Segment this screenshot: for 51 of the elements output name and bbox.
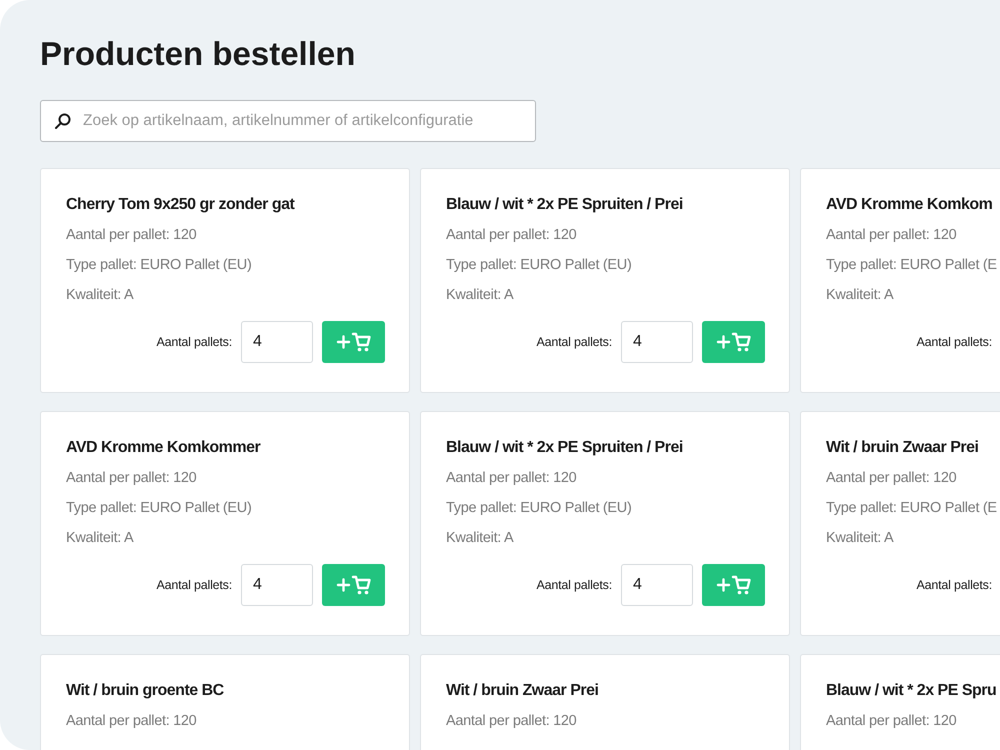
product-detail: Aantal per pallet: 120 bbox=[446, 226, 576, 245]
add-to-cart-button[interactable] bbox=[322, 321, 385, 363]
quantity-field[interactable]: 4 bbox=[621, 564, 693, 606]
add-to-cart-icon bbox=[336, 574, 372, 596]
add-to-cart-icon bbox=[716, 331, 752, 353]
product-detail: Type pallet: EURO Pallet (EU) bbox=[446, 256, 632, 275]
product-detail: Aantal per pallet: 120 bbox=[826, 712, 956, 731]
product-detail: Kwaliteit: A bbox=[446, 529, 514, 548]
product-detail: Aantal per pallet: 120 bbox=[826, 469, 956, 488]
add-to-cart-button[interactable] bbox=[702, 321, 765, 363]
add-to-cart-icon bbox=[336, 331, 372, 353]
product-detail: Aantal per pallet: 120 bbox=[66, 712, 196, 731]
product-title: Wit / bruin Zwaar Prei bbox=[446, 681, 598, 701]
product-detail: Aantal per pallet: 120 bbox=[446, 712, 576, 731]
product-detail: Type pallet: EURO Pallet (EU) bbox=[66, 499, 252, 518]
search-icon bbox=[54, 112, 72, 130]
product-title: Wit / bruin Zwaar Prei bbox=[826, 438, 978, 458]
product-title: AVD Kromme Komkommer bbox=[66, 438, 260, 458]
product-detail: Aantal per pallet: 120 bbox=[826, 226, 956, 245]
add-to-cart-button[interactable] bbox=[322, 564, 385, 606]
quantity-field[interactable]: 4 bbox=[241, 564, 313, 606]
add-to-cart-button[interactable] bbox=[702, 564, 765, 606]
product-detail: Type pallet: EURO Pallet (E bbox=[826, 256, 997, 275]
product-title: Wit / bruin groente BC bbox=[66, 681, 224, 701]
quantity-label: Aantal pallets: bbox=[156, 334, 232, 351]
product-detail: Kwaliteit: A bbox=[66, 286, 134, 305]
quantity-field[interactable]: 4 bbox=[621, 321, 693, 363]
product-detail: Aantal per pallet: 120 bbox=[66, 469, 196, 488]
product-title: AVD Kromme Komkom bbox=[826, 195, 992, 215]
page-title: Producten bestellen bbox=[40, 34, 356, 74]
product-title: Blauw / wit * 2x PE Spru bbox=[826, 681, 996, 701]
product-title: Blauw / wit * 2x PE Spruiten / Prei bbox=[446, 195, 683, 215]
product-detail: Type pallet: EURO Pallet (E bbox=[826, 499, 997, 518]
quantity-label: Aantal pallets: bbox=[916, 334, 992, 351]
product-detail: Kwaliteit: A bbox=[826, 286, 894, 305]
quantity-label: Aantal pallets: bbox=[156, 576, 232, 594]
product-title: Cherry Tom 9x250 gr zonder gat bbox=[66, 195, 294, 215]
product-detail: Aantal per pallet: 120 bbox=[446, 469, 576, 488]
quantity-label: Aantal pallets: bbox=[916, 576, 992, 594]
quantity-label: Aantal pallets: bbox=[536, 334, 612, 351]
product-detail: Kwaliteit: A bbox=[446, 286, 514, 305]
quantity-field[interactable]: 4 bbox=[241, 321, 313, 363]
product-detail: Aantal per pallet: 120 bbox=[66, 226, 196, 245]
product-title: Blauw / wit * 2x PE Spruiten / Prei bbox=[446, 438, 683, 458]
product-detail: Kwaliteit: A bbox=[826, 529, 894, 548]
product-detail: Type pallet: EURO Pallet (EU) bbox=[446, 499, 632, 518]
search-field[interactable]: Zoek op artikelnaam, artikelnummer of artikelconfiguratie bbox=[40, 100, 536, 142]
product-detail: Type pallet: EURO Pallet (EU) bbox=[66, 256, 252, 275]
product-detail: Kwaliteit: A bbox=[66, 529, 134, 548]
add-to-cart-icon bbox=[716, 574, 752, 596]
quantity-label: Aantal pallets: bbox=[536, 576, 612, 594]
